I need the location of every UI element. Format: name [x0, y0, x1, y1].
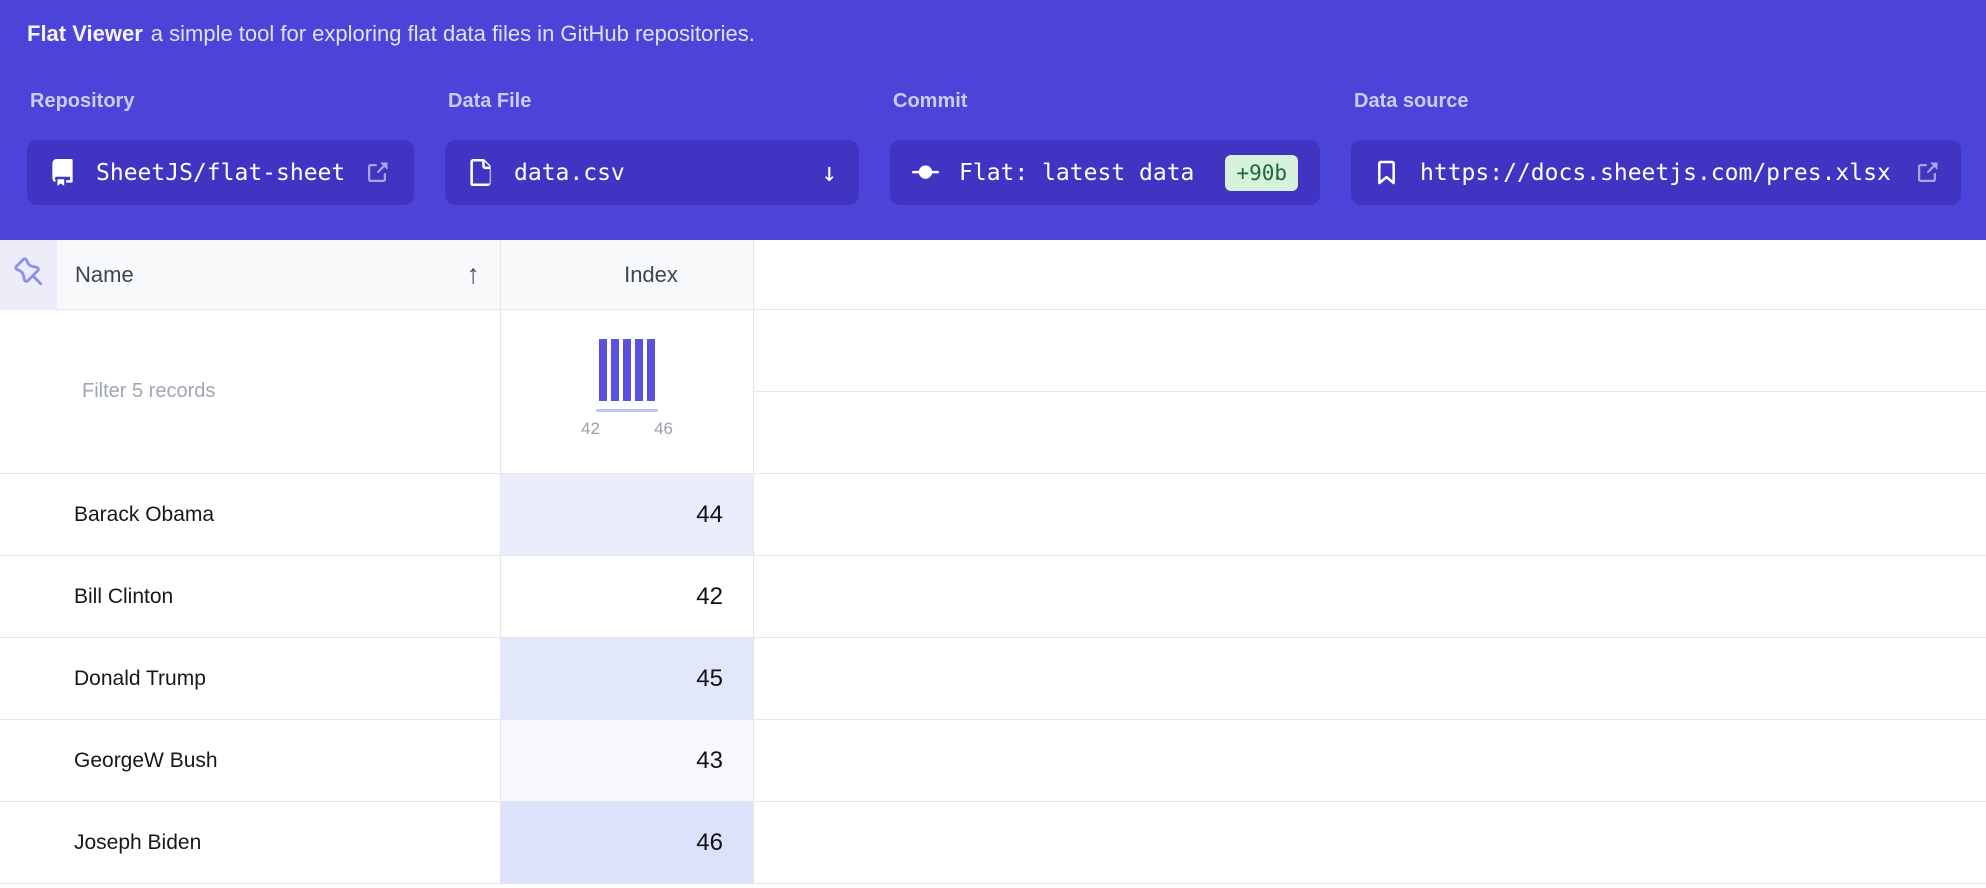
data-file-button[interactable]: data.csv ↓	[445, 140, 859, 205]
column-header-index[interactable]: Index	[501, 240, 754, 309]
histogram-bar	[623, 339, 631, 401]
title-line: Flat Viewer a simple tool for exploring f…	[27, 20, 1961, 48]
commit-icon	[912, 159, 939, 186]
name-cell: GeorgeW Bush	[57, 720, 501, 801]
name-cell: Donald Trump	[57, 638, 501, 719]
histogram-bar	[599, 339, 607, 401]
index-cell: 42	[501, 556, 754, 637]
table-row: Donald Trump 45	[0, 638, 1986, 720]
column-header-name-label: Name	[75, 262, 134, 288]
data-file-value: data.csv	[514, 160, 625, 186]
histogram-bar	[635, 339, 643, 401]
name-cell: Bill Clinton	[57, 556, 501, 637]
data-file-selector: Data File data.csv ↓	[445, 90, 859, 205]
table-row: GeorgeW Bush 43	[0, 720, 1986, 802]
filter-row: 42 46	[0, 310, 1986, 474]
histogram-labels: 42 46	[581, 419, 673, 439]
pin-column-spacer	[0, 310, 57, 473]
name-filter-cell	[57, 310, 501, 473]
column-header-name[interactable]: Name ↑	[57, 240, 501, 309]
repository-button[interactable]: SheetJS/flat-sheet	[27, 140, 414, 205]
data-file-label: Data File	[448, 90, 859, 113]
histogram-bar	[611, 339, 619, 401]
index-cell: 44	[501, 474, 754, 555]
commit-selector: Commit Flat: latest data +90b	[890, 90, 1320, 205]
file-icon	[467, 159, 494, 186]
bookmark-icon	[1373, 159, 1400, 186]
sort-ascending-icon: ↑	[467, 259, 481, 290]
table-row: Barack Obama 44	[0, 474, 1986, 556]
app-header: Flat Viewer a simple tool for exploring f…	[0, 0, 1986, 240]
repository-value: SheetJS/flat-sheet	[96, 160, 345, 186]
histogram-max-label: 46	[654, 419, 673, 439]
external-link-icon	[365, 161, 389, 185]
data-source-value: https://docs.sheetjs.com/pres.xlsx	[1420, 160, 1891, 186]
repo-icon	[49, 159, 76, 186]
histogram-min-label: 42	[581, 419, 600, 439]
pin-icon	[14, 257, 44, 292]
page-subtitle: a simple tool for exploring flat data fi…	[151, 21, 755, 46]
data-source-label: Data source	[1354, 90, 1961, 113]
data-source-selector: Data source https://docs.sheetjs.com/pre…	[1351, 90, 1961, 205]
name-cell: Joseph Biden	[57, 802, 501, 883]
table-header-row: Name ↑ Index	[0, 240, 1986, 310]
selector-bar: Repository SheetJS/flat-sheet Data File …	[27, 90, 1961, 205]
pin-column-header[interactable]	[0, 240, 57, 309]
page-title: Flat Viewer	[27, 21, 143, 46]
commit-message: Flat: latest data	[959, 160, 1194, 186]
histogram-bars	[599, 339, 655, 401]
histogram-bar	[647, 339, 655, 401]
commit-diff-badge: +90b	[1225, 155, 1298, 191]
index-cell: 45	[501, 638, 754, 719]
filter-input[interactable]	[57, 380, 500, 403]
data-source-button[interactable]: https://docs.sheetjs.com/pres.xlsx	[1351, 140, 1961, 205]
index-cell: 46	[501, 802, 754, 883]
column-header-index-label: Index	[624, 262, 678, 288]
table-row: Bill Clinton 42	[0, 556, 1986, 638]
repository-label: Repository	[30, 90, 414, 113]
header-empty-area	[754, 240, 1986, 309]
index-histogram[interactable]: 42 46	[501, 310, 754, 473]
dropdown-arrow-icon: ↓	[821, 158, 837, 188]
filter-empty-area	[754, 310, 1986, 473]
commit-button[interactable]: Flat: latest data +90b	[890, 140, 1320, 205]
data-grid: Name ↑ Index 42 46 Barack Obama 44 Bill	[0, 240, 1986, 884]
external-link-icon	[1915, 161, 1939, 185]
index-cell: 43	[501, 720, 754, 801]
name-cell: Barack Obama	[57, 474, 501, 555]
table-row: Joseph Biden 46	[0, 802, 1986, 884]
commit-label: Commit	[893, 90, 1320, 113]
histogram-baseline	[596, 409, 658, 412]
repository-selector: Repository SheetJS/flat-sheet	[27, 90, 414, 205]
